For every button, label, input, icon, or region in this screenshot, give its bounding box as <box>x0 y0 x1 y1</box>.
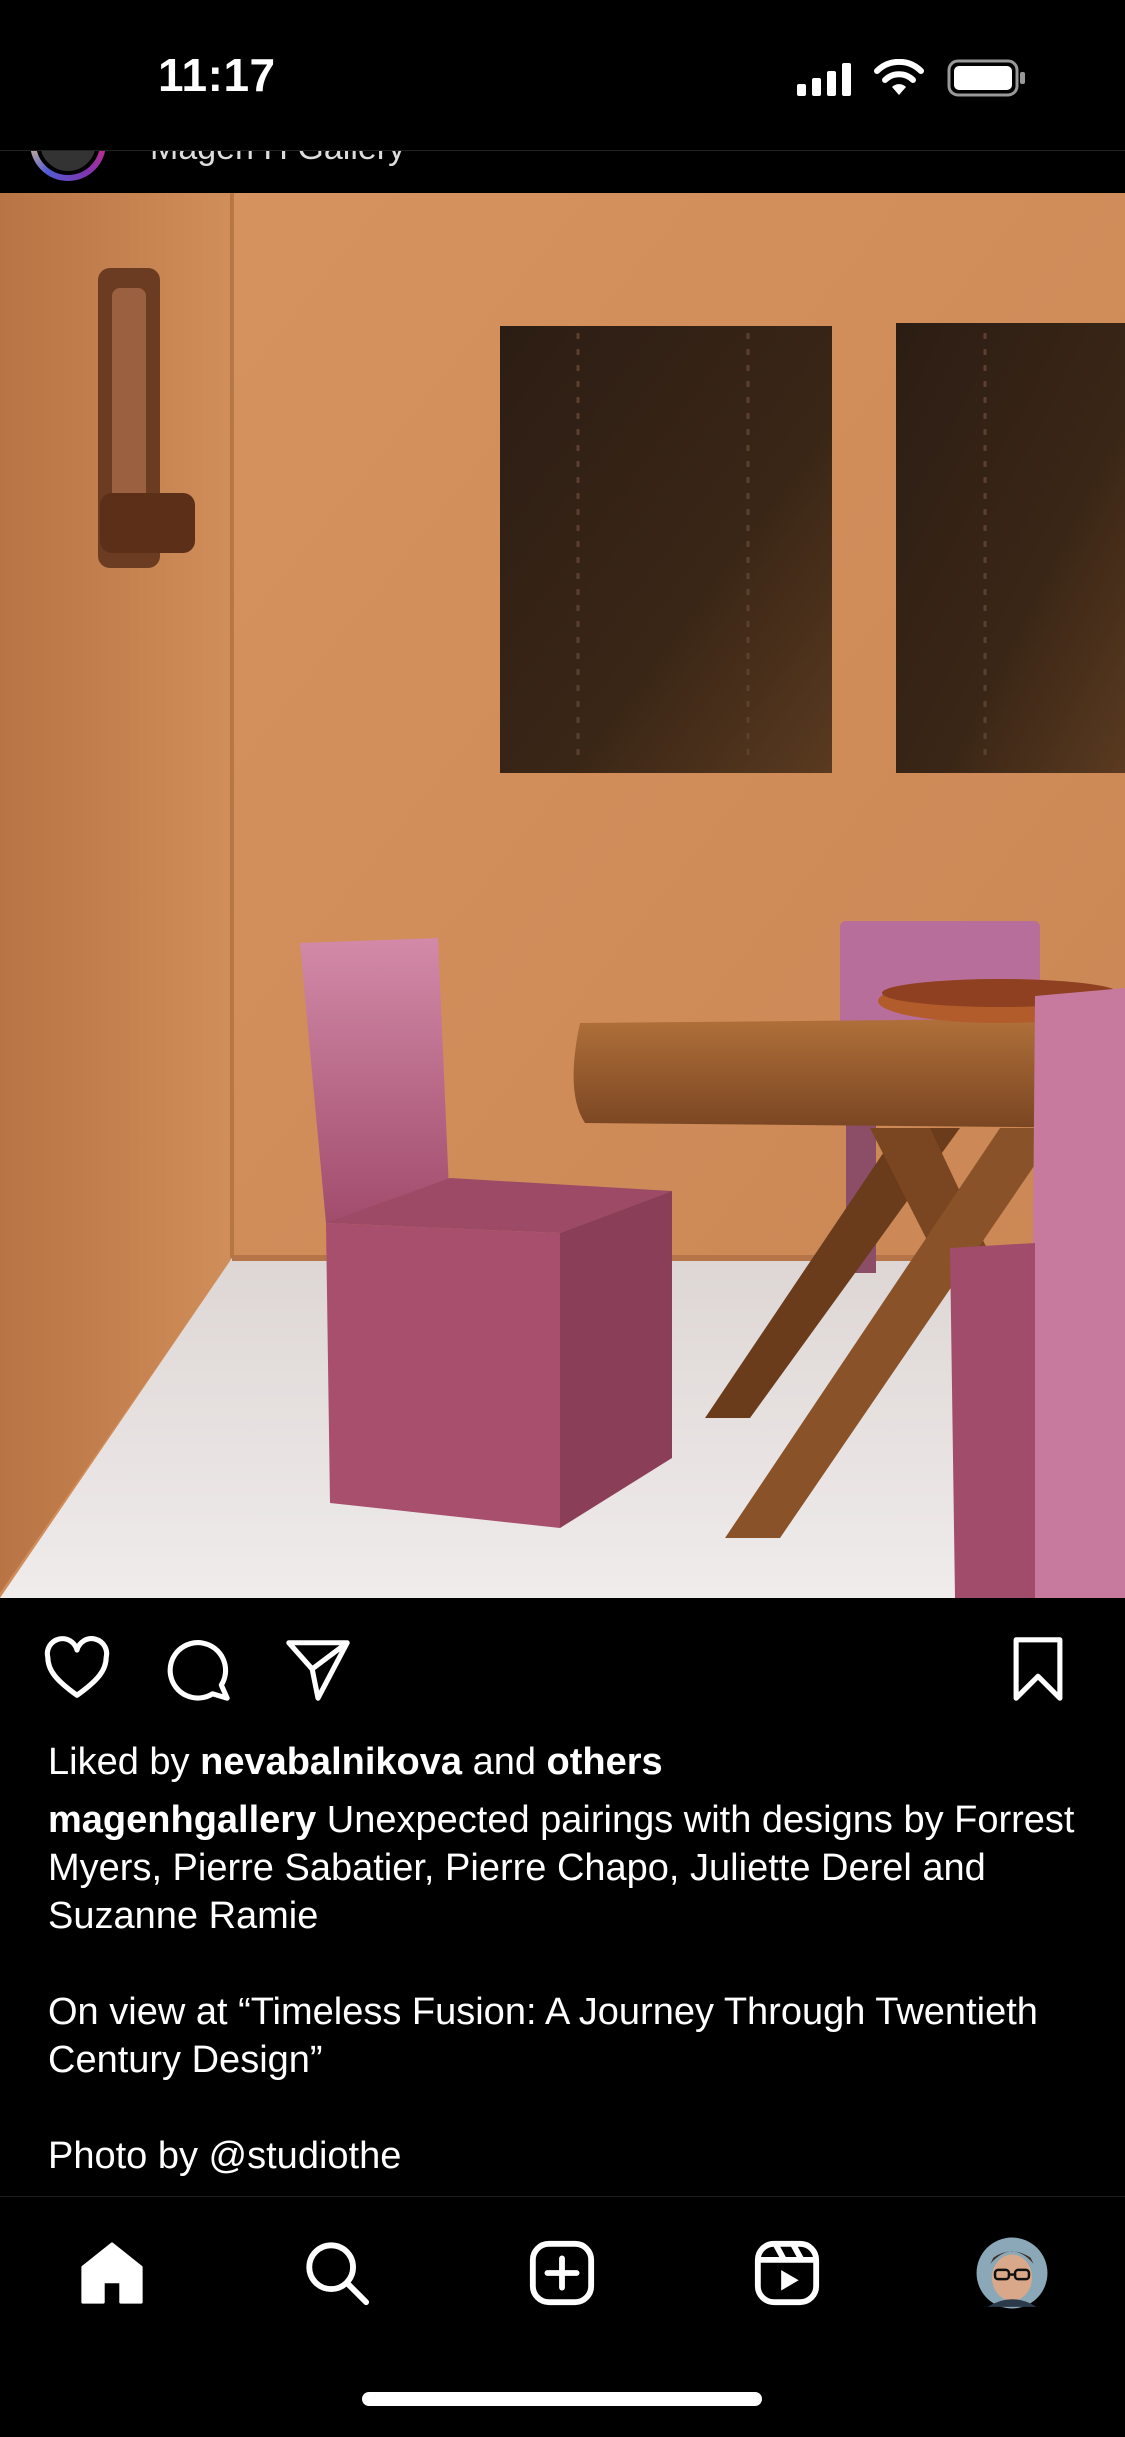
status-time: 11:17 <box>158 49 276 101</box>
profile-avatar <box>976 2237 1048 2309</box>
post-image[interactable] <box>0 193 1125 1598</box>
caption-paragraph-3: Photo by @studiothe <box>48 2135 402 2177</box>
post-actions <box>0 1598 1125 1738</box>
liker-username[interactable]: nevabalnikova <box>200 1741 462 1783</box>
signal-icon <box>797 60 851 96</box>
post-avatar[interactable] <box>30 151 106 181</box>
post-header[interactable]: Magen H Gallery <box>0 150 1125 194</box>
share-icon[interactable] <box>283 1634 353 1704</box>
caption-text: magenhgallery Unexpected pairings with d… <box>48 1796 1088 1940</box>
likes-prefix: Liked by <box>48 1741 190 1783</box>
status-bar: 11:17 <box>0 0 1125 150</box>
nav-reels[interactable] <box>747 2233 827 2313</box>
post-username[interactable]: Magen H Gallery <box>150 151 405 168</box>
battery-icon <box>947 59 1025 97</box>
post-image-drawing <box>0 193 1125 1598</box>
wifi-icon <box>874 59 924 95</box>
likes-line[interactable]: Liked by nevabalnikova and others <box>48 1738 1088 1786</box>
home-indicator[interactable] <box>362 2392 762 2406</box>
search-icon <box>306 2242 370 2306</box>
caption-paragraph-2: On view at “Timeless Fusion: A Journey T… <box>48 1991 1038 2081</box>
nav-search[interactable] <box>297 2233 377 2313</box>
bookmark-icon[interactable] <box>1003 1634 1073 1704</box>
nav-home[interactable] <box>72 2233 152 2313</box>
likes-others[interactable]: others <box>547 1741 663 1783</box>
heart-icon[interactable] <box>42 1634 112 1704</box>
status-icons <box>797 58 1027 98</box>
create-icon <box>529 2240 595 2306</box>
nav-create[interactable] <box>522 2233 602 2313</box>
post-caption: Liked by nevabalnikova and others magenh… <box>48 1738 1088 2180</box>
comment-icon[interactable] <box>163 1634 233 1704</box>
caption-username[interactable]: magenhgallery <box>48 1799 316 1841</box>
reels-icon <box>754 2240 820 2306</box>
nav-profile[interactable] <box>972 2233 1052 2313</box>
home-icon <box>81 2242 143 2304</box>
likes-middle: and <box>472 1741 536 1783</box>
